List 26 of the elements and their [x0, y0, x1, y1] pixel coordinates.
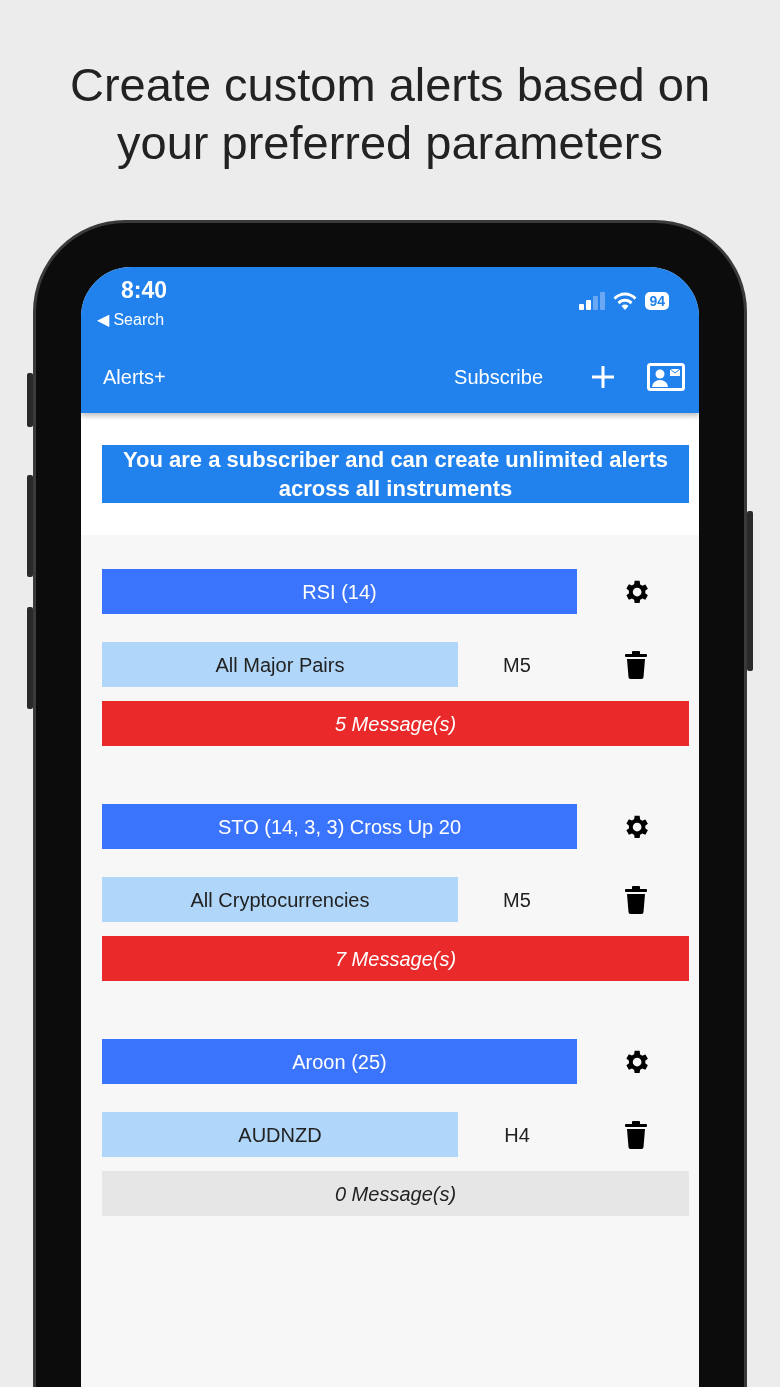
- instrument-button[interactable]: AUDNZD: [102, 1112, 458, 1157]
- headline: Create custom alerts based on your preferred parameters: [68, 57, 712, 171]
- messages-button[interactable]: 5 Message(s): [102, 701, 689, 746]
- messages-button[interactable]: 7 Message(s): [102, 936, 689, 981]
- app-title: Alerts+: [103, 365, 166, 390]
- add-icon[interactable]: [591, 365, 615, 389]
- trash-icon[interactable]: [625, 885, 647, 914]
- contact-card-icon[interactable]: [647, 363, 685, 391]
- timeframe-label: M5: [502, 887, 532, 913]
- wifi-icon: [613, 292, 638, 310]
- subscriber-banner: You are a subscriber and can create unlimited alerts across all instruments: [102, 445, 689, 503]
- instrument-button[interactable]: All Major Pairs: [102, 642, 458, 687]
- signal-icon: [579, 292, 606, 310]
- trash-icon[interactable]: [625, 650, 647, 679]
- subscribe-button[interactable]: Subscribe: [454, 362, 543, 392]
- messages-button[interactable]: 0 Message(s): [102, 1171, 689, 1216]
- timeframe-label: H4: [503, 1122, 531, 1148]
- status-time: 8:40: [120, 276, 168, 305]
- trash-icon[interactable]: [625, 1120, 647, 1149]
- timeframe-label: M5: [502, 652, 532, 678]
- indicator-button[interactable]: RSI (14): [102, 569, 577, 614]
- indicator-button[interactable]: STO (14, 3, 3) Cross Up 20: [102, 804, 577, 849]
- instrument-button[interactable]: All Cryptocurrencies: [102, 877, 458, 922]
- back-link[interactable]: ◀ Search: [97, 307, 168, 332]
- battery-level: 94: [645, 292, 669, 310]
- indicator-button[interactable]: Aroon (25): [102, 1039, 577, 1084]
